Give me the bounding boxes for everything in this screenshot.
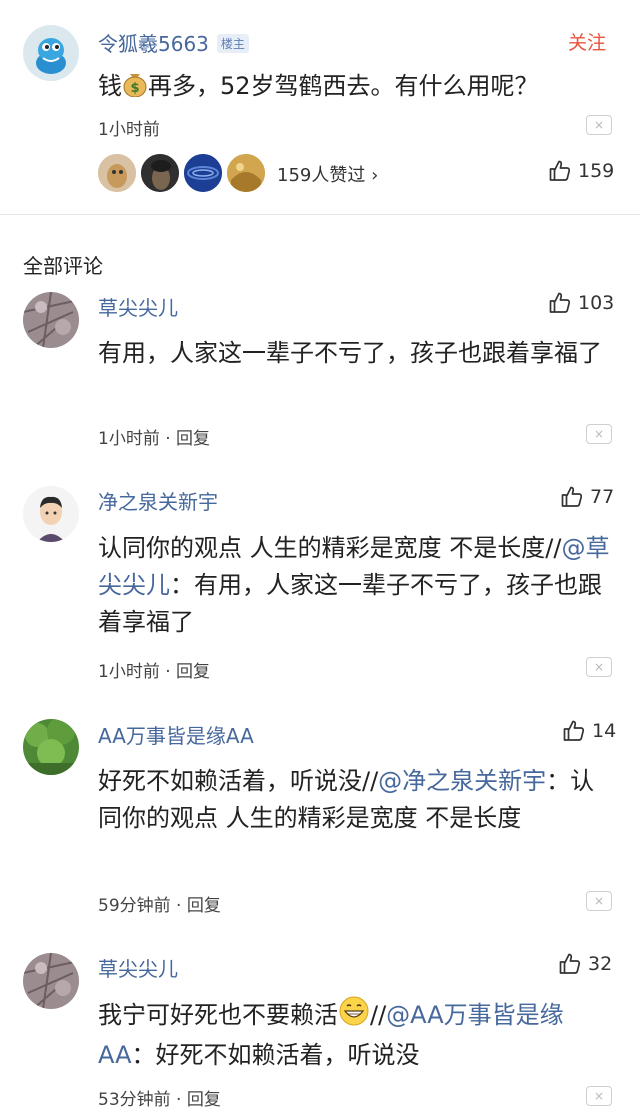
money-bag-icon: $ [122,69,148,108]
comment-avatar[interactable] [23,292,79,348]
comment-username[interactable]: 草尖尖儿 [98,292,178,321]
comment-like-button[interactable]: 14 [562,719,616,743]
comment-avatar[interactable] [23,486,79,542]
comment-text: 认同你的观点 人生的精彩是宽度 不是长度//@草尖尖儿：有用，人家这一辈子不亏了… [98,530,618,641]
comment-like-button[interactable]: 77 [560,485,614,509]
comment-text-main: 我宁可好死也不要赖活 [98,1001,338,1029]
liker-avatar-4[interactable] [226,153,266,193]
liker-avatar-3[interactable] [183,153,223,193]
comment-like-button[interactable]: 32 [558,952,612,976]
op-content: 钱 $ 再多，52岁驾鹤西去。有什么用呢？ [98,68,618,108]
comment-username[interactable]: AA万事皆是缘AA [98,720,254,749]
op-badge: 楼主 [216,34,249,53]
comment-like-count: 32 [588,953,613,975]
svg-text:$: $ [130,81,139,96]
op-avatar[interactable] [23,25,79,81]
comment-like-count: 14 [592,720,617,742]
comment-username[interactable]: 草尖尖儿 [98,953,178,982]
mention-link[interactable]: @净之泉关新宇 [378,767,546,795]
section-title: 全部评论 [23,254,103,278]
thumbs-up-icon [558,952,582,976]
close-icon[interactable]: × [586,891,612,911]
quoted-text: ：好死不如赖活着，听说没 [131,1041,420,1069]
op-time: 1小时前 [98,120,160,140]
op-like-button[interactable]: 159 [548,159,614,183]
thumbs-up-icon [548,159,572,183]
thumbs-up-icon [560,485,584,509]
comment-avatar[interactable] [23,953,79,1009]
comment-text: 有用，人家这一辈子不亏了，孩子也跟着享福了 [98,339,602,367]
comment-meta[interactable]: 59分钟前 · 回复 [98,891,221,916]
comment-like-count: 77 [590,486,615,508]
grin-emoji-icon [338,996,370,1037]
op-username[interactable]: 令狐羲5663 楼主 [98,28,249,57]
comment-text: 我宁可好死也不要赖活 //@AA万事皆是缘AA：好死不如赖活着，听说没 [98,996,608,1074]
comment-text: 好死不如赖活着，听说没//@净之泉关新宇：认同你的观点 人生的精彩是宽度 不是长… [98,763,608,837]
thumbs-up-icon [562,719,586,743]
comment-like-count: 103 [578,292,615,314]
separator-text: // [370,1001,387,1029]
thumbs-up-icon [548,291,572,315]
comment-avatar[interactable] [23,719,79,775]
liker-avatar-2[interactable] [140,153,180,193]
comment-meta[interactable]: 1小时前 · 回复 [98,657,210,682]
comment-meta[interactable]: 1小时前 · 回复 [98,424,210,449]
likers-count-link[interactable]: 159人赞过 › [277,161,378,187]
divider [0,214,640,215]
comment-meta[interactable]: 53分钟前 · 回复 [98,1085,221,1110]
comment-text-main: 好死不如赖活着，听说没// [98,767,379,795]
quoted-text: ：有用，人家这一辈子不亏了，孩子也跟着享福了 [98,571,602,636]
comment-text-main: 认同你的观点 人生的精彩是宽度 不是长度// [98,534,562,562]
comment-like-button[interactable]: 103 [548,291,614,315]
op-username-text[interactable]: 令狐羲5663 [98,32,209,56]
op-like-count: 159 [578,160,615,182]
close-icon[interactable]: × [586,115,612,135]
comment-username[interactable]: 净之泉关新宇 [98,486,218,515]
liker-avatar-1[interactable] [97,153,137,193]
close-icon[interactable]: × [586,1086,612,1106]
close-icon[interactable]: × [586,657,612,677]
close-icon[interactable]: × [586,424,612,444]
op-text-2: 再多，52岁驾鹤西去。有什么用呢？ [148,72,539,100]
op-text-1: 钱 [98,72,122,100]
follow-button[interactable]: 关注 [568,28,606,55]
